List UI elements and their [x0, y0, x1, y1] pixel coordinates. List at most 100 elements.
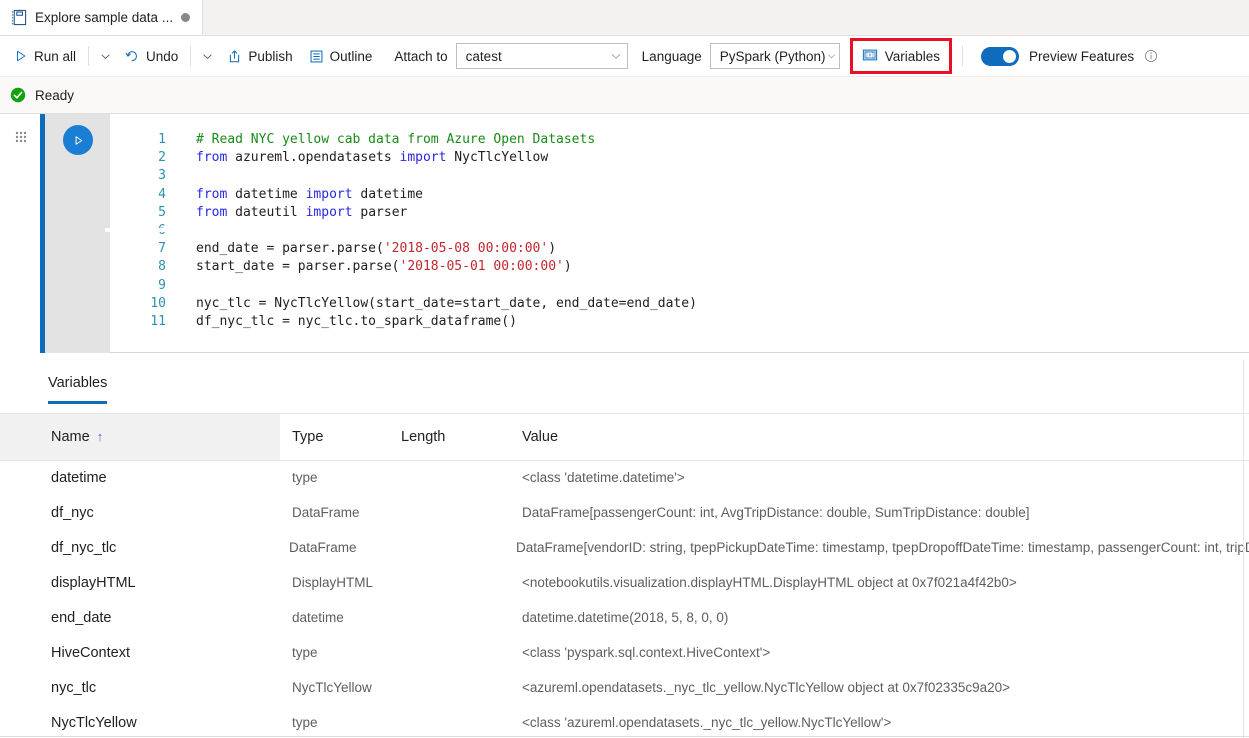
variable-type-cell: type	[280, 715, 401, 730]
run-all-button[interactable]: Run all	[6, 42, 84, 70]
code-text: from datetime import datetime	[166, 186, 423, 204]
tab-variables[interactable]: Variables	[48, 375, 107, 404]
variable-value-cell: <class 'azureml.opendatasets._nyc_tlc_ye…	[522, 715, 1249, 730]
code-token: from	[196, 150, 227, 165]
column-header-length-label: Length	[401, 429, 445, 445]
table-row[interactable]: displayHTMLDisplayHTML<notebookutils.vis…	[0, 565, 1249, 600]
undo-label: Undo	[146, 49, 178, 64]
variable-value-cell: <class 'datetime.datetime'>	[522, 470, 1249, 485]
code-line: 3	[110, 167, 1249, 185]
preview-features-label: Preview Features	[1029, 49, 1134, 64]
table-row[interactable]: HiveContexttype<class 'pyspark.sql.conte…	[0, 635, 1249, 670]
language-dropdown[interactable]: PySpark (Python)	[710, 43, 840, 69]
table-row[interactable]: nyc_tlcNycTlcYellow <azureml.opendatasets…	[0, 670, 1249, 705]
code-token: start_date = parser.parse(	[196, 259, 400, 274]
code-line: 2from azureml.opendatasets import NycTlc…	[110, 149, 1249, 167]
play-outline-icon	[14, 49, 28, 63]
table-row[interactable]: datetimetype <class 'datetime.datetime'>	[0, 460, 1249, 495]
code-text: from dateutil import parser	[166, 204, 407, 222]
undo-dropdown-button[interactable]	[195, 42, 219, 70]
code-token: parser	[353, 205, 408, 220]
run-cell-button[interactable]	[63, 125, 93, 155]
variables-panel-tabs: Variables	[48, 374, 107, 404]
variable-name-cell: end_date	[0, 610, 280, 626]
variables-button[interactable]: [x] Variables	[862, 47, 940, 66]
variable-type-cell: type	[280, 470, 401, 485]
variable-type-cell: DataFrame	[280, 505, 401, 520]
code-line: 11df_nyc_tlc = nyc_tlc.to_spark_datafram…	[110, 313, 1249, 331]
table-top-rule	[0, 413, 1249, 414]
variable-name-cell: NycTlcYellow	[0, 715, 280, 731]
notebook-status-bar: Ready	[0, 76, 1249, 114]
variable-name-cell: df_nyc	[0, 505, 280, 521]
chevron-down-icon	[826, 49, 837, 63]
code-line: 9	[110, 277, 1249, 295]
cell-gutter	[45, 114, 110, 353]
code-token: df_nyc_tlc = nyc_tlc.to_spark_dataframe(…	[196, 314, 517, 329]
outline-button[interactable]: Outline	[301, 42, 381, 70]
table-row[interactable]: end_datedatetimedatetime.datetime(2018, …	[0, 600, 1249, 635]
outline-list-icon	[309, 49, 324, 64]
table-row[interactable]: NycTlcYellowtype <class 'azureml.opendata…	[0, 705, 1249, 738]
run-all-dropdown-button[interactable]	[93, 42, 117, 70]
line-number: 5	[110, 204, 166, 222]
variables-table-header: Name ↑ Type Length Value	[0, 413, 1249, 460]
code-token: '2018-05-01 00:00:00'	[400, 259, 564, 274]
code-editor[interactable]: 1# Read NYC yellow cab data from Azure O…	[110, 114, 1249, 353]
line-number: 2	[110, 149, 166, 167]
unsaved-indicator-icon[interactable]	[181, 13, 190, 22]
code-token: )	[548, 241, 556, 256]
code-token: nyc_tlc = NycTlcYellow(start_date=start_…	[196, 296, 697, 311]
variable-name-cell: nyc_tlc	[0, 680, 280, 696]
variable-type-cell: DisplayHTML	[280, 575, 401, 590]
tab-strip-empty-area	[203, 0, 1249, 35]
line-number: 1	[110, 131, 166, 149]
svg-text:[x]: [x]	[865, 52, 874, 58]
variable-name-cell: datetime	[0, 470, 280, 486]
undo-button[interactable]: Undo	[117, 42, 186, 70]
panel-bottom-rule	[0, 736, 1249, 737]
notebook-toolbar: Run all Undo Publish Outline	[0, 36, 1249, 76]
variable-name-cell: HiveContext	[0, 645, 280, 661]
code-token: import	[306, 187, 353, 202]
line-number: 4	[110, 186, 166, 204]
tab-explore-sample-data[interactable]: Explore sample data ...	[0, 0, 203, 35]
column-header-name[interactable]: Name ↑	[0, 413, 280, 460]
variable-type-cell: NycTlcYellow	[280, 680, 401, 695]
variables-label: Variables	[885, 49, 940, 64]
table-row[interactable]: df_nycDataFrame DataFrame[passengerCount:…	[0, 495, 1249, 530]
tab-title: Explore sample data ...	[35, 10, 173, 25]
run-all-label: Run all	[34, 49, 76, 64]
column-header-type[interactable]: Type	[280, 413, 401, 460]
column-header-value[interactable]: Value	[522, 413, 1249, 460]
code-token: import	[306, 205, 353, 220]
outline-label: Outline	[330, 49, 373, 64]
table-row[interactable]: df_nyc_tlcDataFrame DataFrame[vendorID: s…	[0, 530, 1249, 565]
table-header-rule	[0, 460, 1249, 461]
variable-value-cell: DataFrame[vendorID: string, tpepPickupDa…	[516, 540, 1249, 555]
variable-type-cell: type	[280, 645, 401, 660]
column-header-length[interactable]: Length	[401, 413, 522, 460]
drag-handle-icon[interactable]	[14, 130, 28, 144]
publish-button[interactable]: Publish	[219, 42, 300, 70]
variable-value-cell: DataFrame[passengerCount: int, AvgTripDi…	[522, 505, 1249, 520]
variables-table: Name ↑ Type Length Value datetimetype<cl…	[0, 413, 1249, 738]
code-text: # Read NYC yellow cab data from Azure Op…	[166, 131, 595, 149]
tab-strip: Explore sample data ...	[0, 0, 1249, 36]
code-line: 8start_date = parser.parse('2018-05-01 0…	[110, 258, 1249, 276]
variable-value-cell: datetime.datetime(2018, 5, 8, 0, 0)	[522, 610, 1249, 625]
info-icon[interactable]	[1144, 49, 1158, 63]
code-text: start_date = parser.parse('2018-05-01 00…	[166, 258, 572, 276]
variable-value-cell: <azureml.opendatasets._nyc_tlc_yellow.Ny…	[522, 680, 1249, 695]
variable-type-cell: DataFrame	[277, 540, 397, 555]
line-number: 3	[110, 167, 166, 185]
attach-to-dropdown[interactable]: catest	[456, 43, 628, 69]
code-cell-zone: 1# Read NYC yellow cab data from Azure O…	[0, 114, 1249, 359]
variable-name-cell: df_nyc_tlc	[0, 540, 277, 556]
code-token: from	[196, 187, 227, 202]
variables-panel: Variables Name ↑ Type Length Value	[0, 360, 1249, 738]
code-line: 4from datetime import datetime	[110, 186, 1249, 204]
line-number: 7	[110, 240, 166, 258]
preview-features-toggle-group[interactable]: Preview Features	[981, 47, 1158, 66]
preview-features-toggle[interactable]	[981, 47, 1019, 66]
